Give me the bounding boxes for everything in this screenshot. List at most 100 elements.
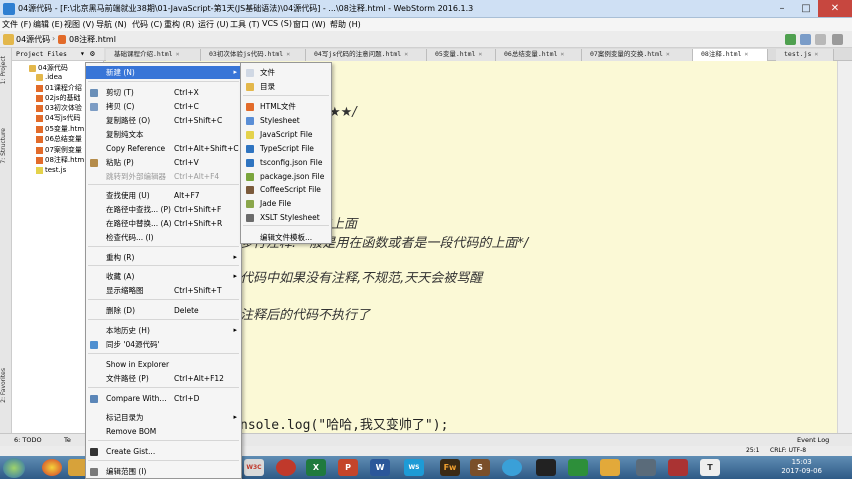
menu-window[interactable]: 窗口 (W) bbox=[293, 19, 326, 30]
tree-item[interactable]: 06总结变量 bbox=[36, 134, 82, 144]
stop-icon[interactable] bbox=[815, 34, 826, 45]
run-icon[interactable] bbox=[785, 34, 796, 45]
file-encoding[interactable]: CRLF: UTF-8 bbox=[770, 447, 806, 454]
close-tab-icon[interactable]: × bbox=[286, 50, 290, 58]
submenu-item[interactable]: HTML文件 bbox=[241, 100, 331, 113]
tab-05-variables[interactable]: 05变量.html × bbox=[427, 49, 496, 61]
menu-edit[interactable]: 编辑 (E) bbox=[33, 19, 63, 30]
word-icon[interactable]: W bbox=[370, 459, 390, 476]
minimize-button[interactable]: – bbox=[770, 0, 794, 17]
menu-vcs[interactable]: VCS (S) bbox=[262, 19, 292, 28]
submenu-item[interactable]: XSLT Stylesheet bbox=[241, 211, 331, 224]
context-menu-item[interactable]: 复制路径 (O) Ctrl+Shift+C bbox=[86, 114, 241, 127]
maximize-button[interactable]: □ bbox=[794, 0, 818, 17]
context-menu-item[interactable]: 检查代码... (I) bbox=[86, 231, 241, 244]
editor-scrollbar[interactable] bbox=[837, 61, 852, 433]
context-menu-item[interactable]: 查找使用 (U) Alt+F7 bbox=[86, 189, 241, 202]
submenu-item[interactable]: JavaScript File bbox=[241, 128, 331, 141]
close-tab-icon[interactable]: × bbox=[560, 50, 564, 58]
sublime-icon[interactable]: S bbox=[470, 459, 490, 476]
context-menu-item[interactable]: Remove BOM bbox=[86, 425, 241, 438]
tree-item[interactable]: 03初次体验 bbox=[36, 103, 82, 113]
webstorm-task-icon[interactable]: WS bbox=[404, 459, 424, 476]
submenu-item[interactable]: package.json File bbox=[241, 170, 331, 183]
close-tab-icon[interactable]: × bbox=[666, 50, 670, 58]
tab-01-intro[interactable]: 基础课程介绍.html × bbox=[106, 49, 201, 61]
wechat-icon[interactable] bbox=[568, 459, 588, 476]
chrome-icon[interactable] bbox=[42, 459, 62, 476]
powerpoint-icon[interactable]: P bbox=[338, 459, 358, 476]
text-editor-icon[interactable]: T bbox=[700, 459, 720, 476]
chevron-down-icon[interactable]: ▾ bbox=[80, 49, 85, 58]
context-menu-item[interactable]: 删除 (D) Delete bbox=[86, 304, 241, 317]
structure-tool-tab[interactable]: 7: Structure bbox=[0, 128, 12, 164]
menu-refactor[interactable]: 重构 (R) bbox=[164, 19, 194, 30]
submenu-item[interactable]: 文件 bbox=[241, 66, 331, 79]
close-tab-icon[interactable]: × bbox=[478, 50, 482, 58]
qq-icon[interactable] bbox=[536, 459, 556, 476]
breadcrumb-file[interactable]: 08注释.html bbox=[69, 34, 116, 45]
context-menu-item[interactable]: Compare With... Ctrl+D bbox=[86, 392, 241, 405]
close-tab-icon[interactable]: × bbox=[176, 50, 180, 58]
tree-item[interactable]: test.js bbox=[36, 166, 66, 174]
tree-item[interactable]: 07案例变量 bbox=[36, 145, 82, 155]
menu-navigate[interactable]: 导航 (N) bbox=[96, 19, 127, 30]
submenu-item[interactable]: TypeScript File bbox=[241, 142, 331, 155]
cursor-position[interactable]: 25:1 bbox=[746, 447, 759, 454]
tree-item[interactable]: .idea bbox=[36, 73, 62, 81]
gear-icon[interactable]: ⚙ bbox=[90, 49, 95, 58]
context-menu-item[interactable]: 拷贝 (C) Ctrl+C bbox=[86, 100, 241, 113]
submenu-item[interactable]: 编辑文件模板... bbox=[241, 231, 331, 244]
context-menu-item[interactable]: 剪切 (T) Ctrl+X bbox=[86, 86, 241, 99]
menu-view[interactable]: 视图 (V) bbox=[64, 19, 94, 30]
context-menu-item[interactable]: 编辑范围 (I) bbox=[86, 465, 241, 478]
close-tab-icon[interactable]: × bbox=[744, 50, 748, 58]
context-menu-item[interactable]: 文件路径 (P) Ctrl+Alt+F12 bbox=[86, 372, 241, 385]
submenu-item[interactable]: Jade File bbox=[241, 197, 331, 210]
context-menu-item[interactable]: 收藏 (A) ▸ bbox=[86, 270, 241, 283]
context-menu-item[interactable]: Create Gist... bbox=[86, 445, 241, 458]
search-everywhere-icon[interactable] bbox=[832, 34, 843, 45]
project-tool-tab[interactable]: 1: Project bbox=[0, 56, 12, 84]
app-icon-3[interactable] bbox=[668, 459, 688, 476]
tab-04-js-notes[interactable]: 04写js代码的注意问题.html × bbox=[306, 49, 427, 61]
system-clock[interactable]: 15:03 2017-09-06 bbox=[781, 458, 822, 476]
tree-item[interactable]: 05变量.htm bbox=[36, 124, 84, 134]
breadcrumb-project[interactable]: 04源代码 bbox=[16, 34, 50, 45]
close-button[interactable]: ✕ bbox=[818, 0, 852, 17]
context-menu-item[interactable]: 重构 (R) ▸ bbox=[86, 251, 241, 264]
tree-item[interactable]: 08注释.htm bbox=[36, 155, 84, 165]
app-icon[interactable] bbox=[276, 459, 296, 476]
context-menu-item[interactable]: 粘贴 (P) Ctrl+V bbox=[86, 156, 241, 169]
context-menu-item[interactable]: Show in Explorer bbox=[86, 358, 241, 371]
menu-file[interactable]: 文件 (F) bbox=[2, 19, 31, 30]
close-tab-icon[interactable]: × bbox=[814, 50, 818, 58]
app-icon-2[interactable] bbox=[636, 459, 656, 476]
menu-tools[interactable]: 工具 (T) bbox=[230, 19, 260, 30]
todo-tab[interactable]: 6: TODO bbox=[14, 436, 42, 444]
fireworks-icon[interactable]: Fw bbox=[440, 459, 460, 476]
menu-code[interactable]: 代码 (C) bbox=[132, 19, 162, 30]
context-menu-item[interactable]: 新建 (N) ▸ bbox=[86, 66, 241, 79]
tab-test-js[interactable]: test.js × bbox=[776, 49, 834, 61]
context-menu-item[interactable]: 复制纯文本 bbox=[86, 128, 241, 141]
windows-start-icon[interactable] bbox=[3, 458, 25, 478]
context-menu-item[interactable]: 同步 '04源代码' bbox=[86, 338, 241, 351]
notes-icon[interactable] bbox=[600, 459, 620, 476]
event-log-tab[interactable]: Event Log bbox=[797, 436, 829, 444]
tree-item[interactable]: 02js的基础 bbox=[36, 93, 81, 103]
w3c-icon[interactable]: W3C bbox=[244, 459, 264, 476]
tree-item[interactable]: 01课程介绍 bbox=[36, 83, 82, 93]
tab-03-first-js[interactable]: 03初次体验js代码.html × bbox=[201, 49, 306, 61]
submenu-item[interactable]: tsconfig.json File bbox=[241, 156, 331, 169]
submenu-item[interactable]: Stylesheet bbox=[241, 114, 331, 127]
context-menu-item[interactable]: 标记目录为 ▸ bbox=[86, 411, 241, 424]
submenu-item[interactable]: 目录 bbox=[241, 80, 331, 93]
context-menu-item[interactable]: 显示缩略图 Ctrl+Shift+T bbox=[86, 284, 241, 297]
favorites-tool-tab[interactable]: 2: Favorites bbox=[0, 368, 12, 403]
submenu-item[interactable]: CoffeeScript File bbox=[241, 183, 331, 196]
context-menu-item[interactable]: Copy Reference Ctrl+Alt+Shift+C bbox=[86, 142, 241, 155]
excel-icon[interactable]: X bbox=[306, 459, 326, 476]
project-panel-title[interactable]: Project Files bbox=[16, 50, 67, 58]
tree-item[interactable]: 04源代码 bbox=[29, 63, 68, 73]
